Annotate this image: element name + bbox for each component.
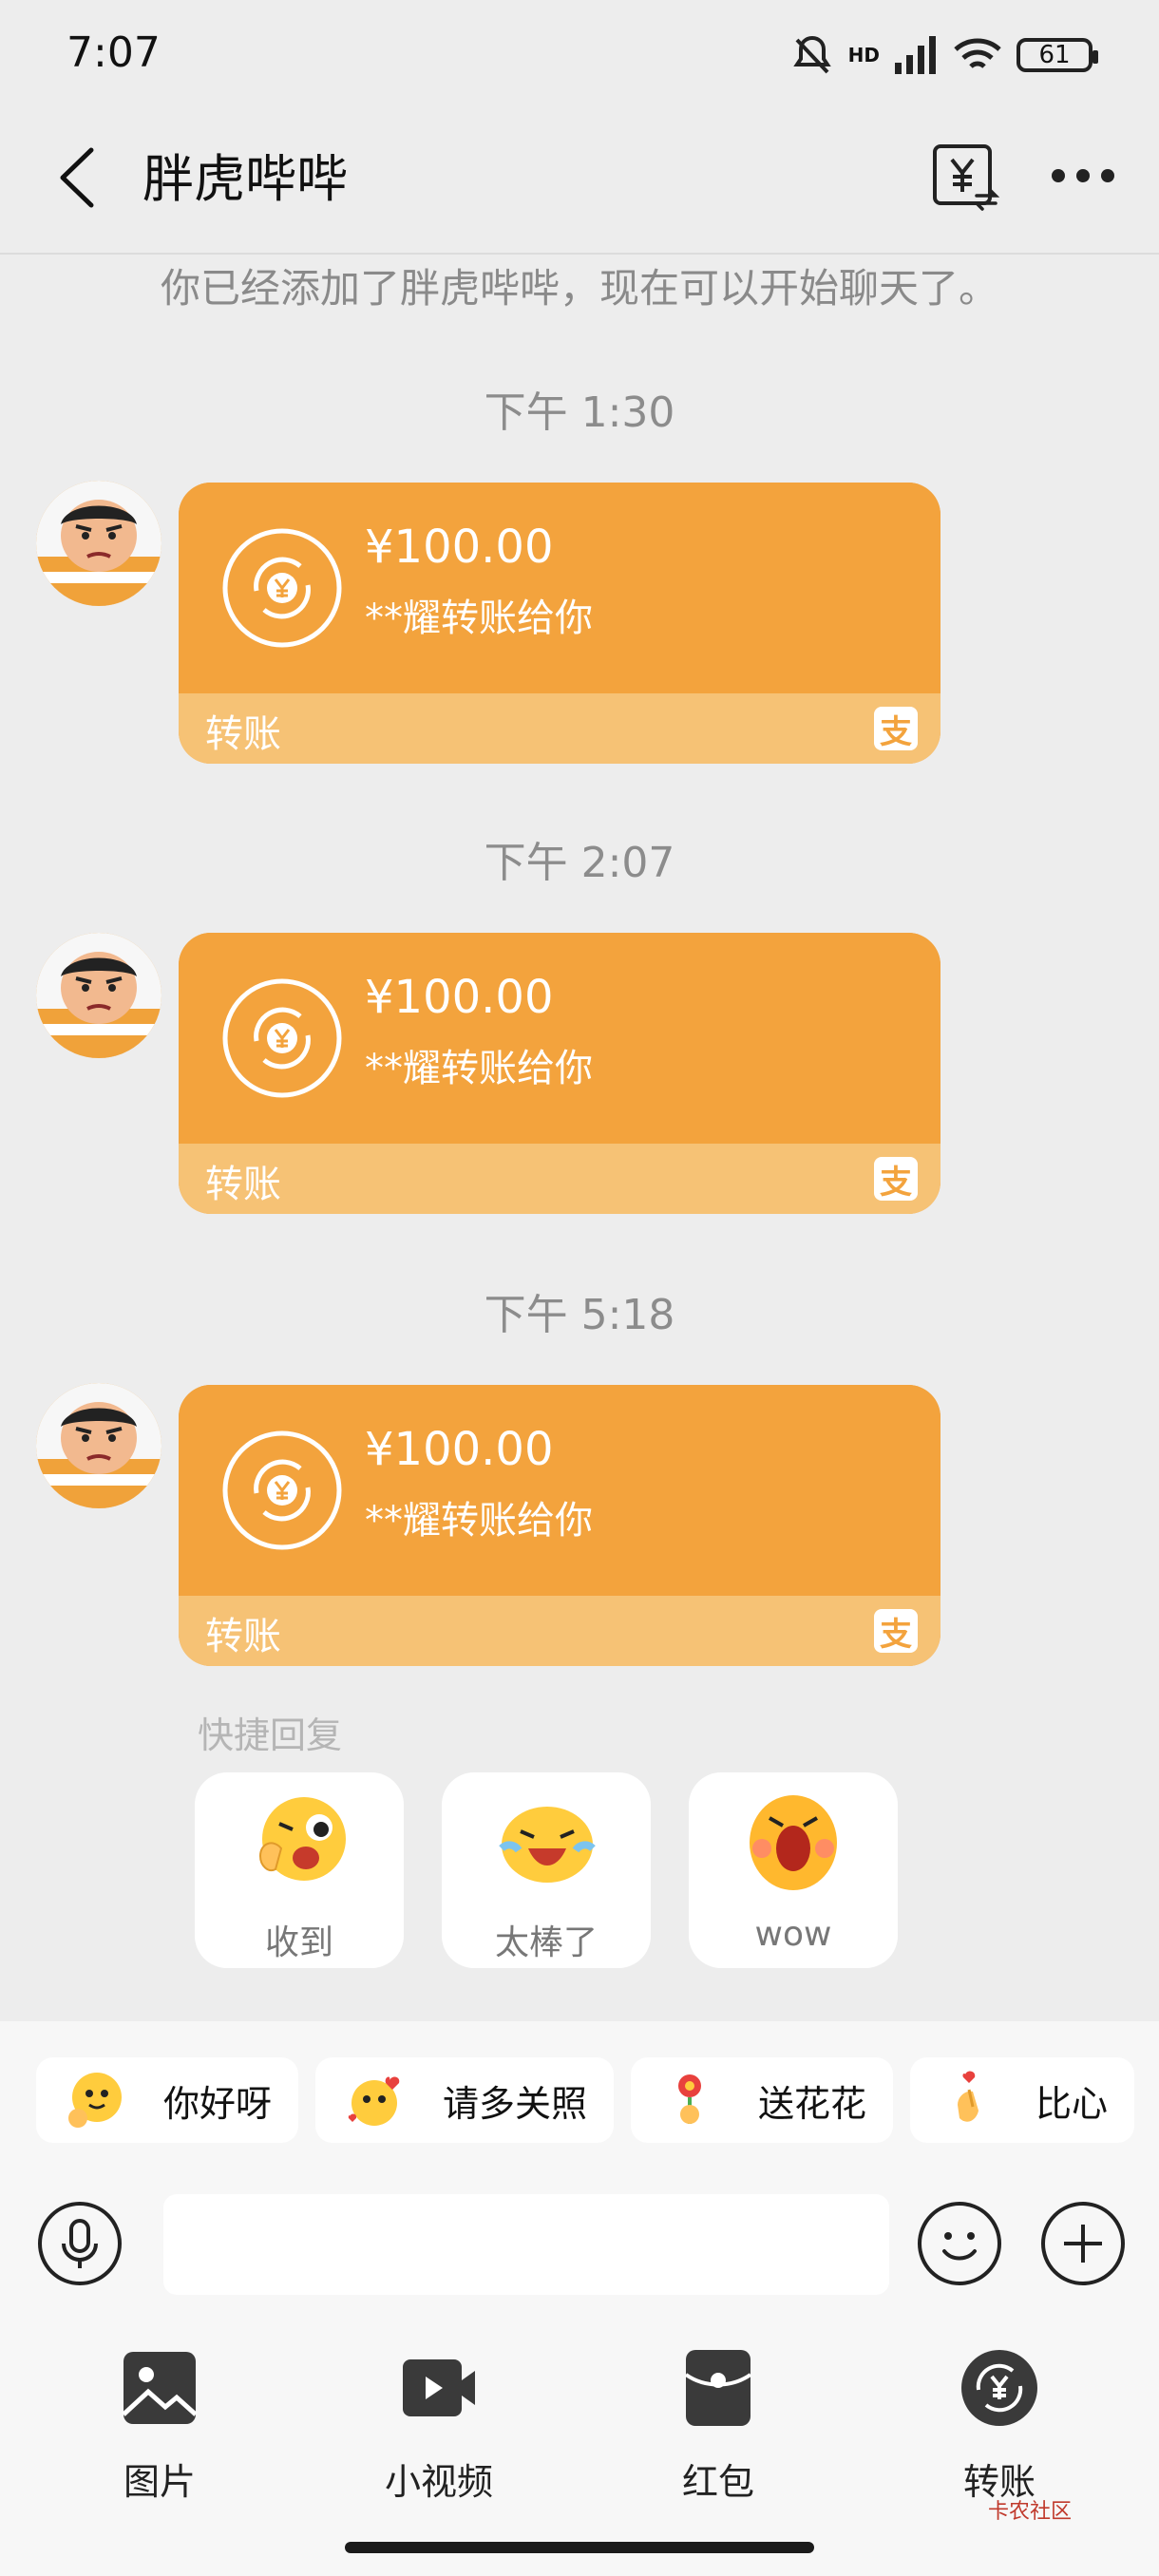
avatar-image-icon	[36, 933, 162, 1058]
yuan-transfer-icon	[222, 1430, 342, 1550]
transfer-card-footer	[179, 1144, 940, 1214]
chevron-left-icon	[60, 147, 94, 208]
transfer-label: 转账	[205, 1163, 281, 1206]
network-label: HD	[847, 44, 880, 66]
alipay-logo-icon: 支	[874, 1609, 918, 1654]
flower-emoji-icon	[678, 2074, 701, 2124]
battery-indicator: 61	[1016, 38, 1098, 72]
tool-label: 小视频	[384, 2461, 493, 2503]
transfer-desc: **耀转账给你	[365, 1499, 593, 1543]
avatar[interactable]	[36, 1383, 162, 1508]
tool-photo[interactable]: 图片	[74, 2348, 245, 2503]
mute-bell-icon	[792, 35, 831, 74]
sticker-chip[interactable]: 你好呀	[36, 2057, 298, 2143]
transfer-label: 转账	[205, 712, 281, 756]
tool-label: 红包	[681, 2461, 754, 2503]
transfer-desc: **耀转账给你	[365, 1047, 593, 1090]
transfer-bill-button[interactable]	[929, 141, 1001, 213]
message-timestamp: 下午 5:18	[484, 1291, 675, 1339]
status-time: 7:07	[66, 28, 161, 77]
transfer-card[interactable]: ¥100.00 **耀转账给你 转账 支	[179, 1385, 940, 1666]
status-icons: HD 61	[789, 28, 1098, 82]
quick-reply-item[interactable]: 太棒了	[442, 1772, 651, 1968]
message-input[interactable]	[163, 2194, 889, 2295]
avatar-image-icon	[36, 481, 162, 606]
transfer-amount: ¥100.00	[365, 1423, 554, 1476]
avatar[interactable]	[36, 933, 162, 1058]
sticker-chip[interactable]: 送花花	[631, 2057, 893, 2143]
quick-reply-title: 快捷回复	[198, 1714, 343, 1756]
laughing-crying-emoji-icon	[499, 1807, 596, 1883]
sticker-chip-label: 你好呀	[162, 2082, 272, 2125]
back-button[interactable]	[51, 144, 108, 211]
message-timestamp: 下午 2:07	[484, 839, 675, 887]
wifi-icon	[954, 38, 1001, 68]
tool-label: 图片	[123, 2461, 196, 2503]
alipay-logo-icon: 支	[874, 1157, 918, 1202]
yuan-transfer-icon	[961, 2350, 1037, 2426]
waving-emoji-icon	[68, 2073, 122, 2128]
transfer-card-footer	[179, 693, 940, 764]
sticker-chip[interactable]: 请多关照	[315, 2057, 614, 2143]
battery-level: 61	[1038, 41, 1071, 69]
transfer-card[interactable]: ¥100.00 **耀转账给你 转账 支	[179, 933, 940, 1214]
heart-emoji-icon	[348, 2076, 400, 2126]
avatar[interactable]	[36, 481, 162, 606]
quick-reply-item[interactable]: wow	[689, 1772, 898, 1968]
tool-video[interactable]: 小视频	[353, 2348, 524, 2503]
smiley-icon	[918, 2202, 1001, 2285]
sticker-chip-label: 请多关照	[442, 2082, 587, 2125]
quick-reply-item[interactable]: 收到	[195, 1772, 404, 1968]
voice-button[interactable]	[36, 2200, 124, 2287]
tool-transfer[interactable]: 转账	[914, 2348, 1085, 2503]
transfer-label: 转账	[205, 1615, 281, 1658]
signal-icon	[895, 36, 936, 74]
tool-red-packet[interactable]: 红包	[633, 2348, 804, 2503]
yuan-bill-icon	[933, 144, 1000, 211]
plus-button[interactable]	[1039, 2200, 1127, 2287]
sticker-chip[interactable]: 比心	[910, 2057, 1134, 2143]
ok-hand-emoji-icon	[258, 1797, 346, 1881]
image-icon	[122, 2352, 198, 2424]
quick-reply-label: 收到	[264, 1923, 333, 1962]
wow-emoji-icon	[750, 1795, 837, 1890]
red-packet-icon	[684, 2350, 752, 2426]
video-icon	[403, 2359, 475, 2416]
sticker-chip-label: 送花花	[757, 2082, 866, 2125]
yuan-transfer-icon	[222, 528, 342, 648]
sticker-chip-label: 比心	[1035, 2082, 1108, 2125]
home-indicator[interactable]	[345, 2542, 814, 2553]
nav-divider	[0, 253, 1159, 255]
transfer-card[interactable]: ¥100.00 **耀转账给你 转账 支	[179, 483, 940, 764]
more-button[interactable]	[1045, 152, 1121, 199]
finger-heart-icon	[958, 2071, 978, 2122]
transfer-amount: ¥100.00	[365, 971, 554, 1024]
alipay-logo-icon: 支	[874, 707, 918, 751]
message-timestamp: 下午 1:30	[484, 388, 675, 437]
emoji-button[interactable]	[916, 2200, 1003, 2287]
transfer-amount: ¥100.00	[365, 521, 554, 574]
more-dots-icon	[1052, 169, 1114, 182]
avatar-image-icon	[36, 1383, 162, 1508]
quick-reply-label: wow	[754, 1915, 832, 1954]
microphone-icon	[38, 2202, 122, 2285]
system-message: 你已经添加了胖虎哔哔，现在可以开始聊天了。	[160, 265, 998, 312]
plus-icon	[1041, 2202, 1125, 2285]
transfer-card-footer	[179, 1596, 940, 1666]
transfer-desc: **耀转账给你	[365, 597, 593, 640]
quick-reply-label: 太棒了	[494, 1923, 598, 1962]
watermark: 卡农社区	[988, 2500, 1073, 2524]
page-title: 胖虎哔哔	[142, 149, 348, 209]
yuan-transfer-icon	[222, 978, 342, 1098]
